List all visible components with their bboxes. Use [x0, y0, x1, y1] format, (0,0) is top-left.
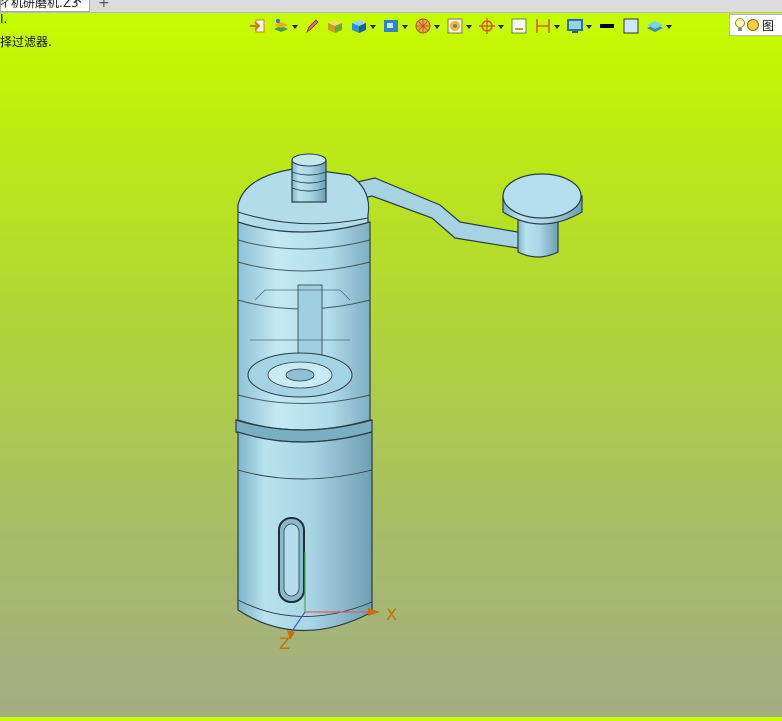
target-button[interactable] [478, 15, 504, 37]
prompt-line-1: I. [0, 12, 8, 26]
render-icon [447, 18, 463, 34]
stack-button[interactable] [646, 15, 672, 37]
document-tab[interactable]: ㄔ机研磨机.Z3 ✕ [0, 0, 90, 12]
chevron-down-icon [498, 25, 504, 29]
color-blue-button[interactable] [622, 15, 640, 37]
sphere-button[interactable] [414, 15, 440, 37]
chevron-down-icon [666, 25, 672, 29]
target-icon [479, 18, 495, 34]
pen-icon [306, 19, 319, 34]
color-black-icon [600, 24, 614, 28]
stack-icon [647, 21, 663, 32]
render-button[interactable] [446, 15, 472, 37]
upper-glass-body [237, 221, 371, 431]
chevron-down-icon [586, 25, 592, 29]
status-circle-icon [747, 19, 759, 31]
3d-viewport[interactable]: X Z [0, 48, 782, 717]
chevron-down-icon [434, 25, 440, 29]
box-view-button[interactable] [382, 15, 408, 37]
frame-button[interactable] [510, 15, 528, 37]
box-blue-icon [352, 20, 366, 33]
dimension-icon [536, 19, 550, 33]
filter-label: 图 [762, 18, 775, 33]
lightbulb-icon [735, 18, 745, 31]
box-view-icon [384, 20, 398, 32]
chevron-down-icon [402, 25, 408, 29]
z-axis-label: Z [279, 634, 290, 653]
screen-button[interactable] [566, 15, 592, 37]
x-axis-label: X [386, 605, 397, 624]
shaft-nut [291, 153, 327, 203]
new-tab-icon[interactable]: + [98, 0, 110, 11]
box-yellow-button[interactable] [326, 15, 344, 37]
exit-button[interactable] [248, 15, 266, 37]
chevron-down-icon [370, 25, 376, 29]
chevron-down-icon [466, 25, 472, 29]
color-black-button[interactable] [598, 15, 616, 37]
close-tab-icon[interactable]: ✕ [72, 0, 83, 8]
color-blue-icon [623, 18, 639, 34]
view-toolbar [248, 15, 678, 37]
layer-icon [274, 19, 288, 32]
chevron-down-icon [554, 25, 560, 29]
screen-icon [567, 19, 583, 33]
dimension-button[interactable] [534, 15, 560, 37]
pen-button[interactable] [304, 15, 320, 37]
document-tab-label: ㄔ机研磨机.Z3 [0, 0, 79, 10]
chevron-down-icon [292, 25, 298, 29]
sphere-icon [415, 18, 431, 34]
frame-icon [511, 18, 527, 34]
box-yellow-icon [328, 20, 342, 33]
layer-button[interactable] [272, 15, 298, 37]
box-blue-button[interactable] [350, 15, 376, 37]
exit-icon [250, 19, 265, 33]
tab-strip: ㄔ机研磨机.Z3 ✕ + [0, 0, 782, 13]
filter-field[interactable]: 图 [729, 14, 782, 36]
